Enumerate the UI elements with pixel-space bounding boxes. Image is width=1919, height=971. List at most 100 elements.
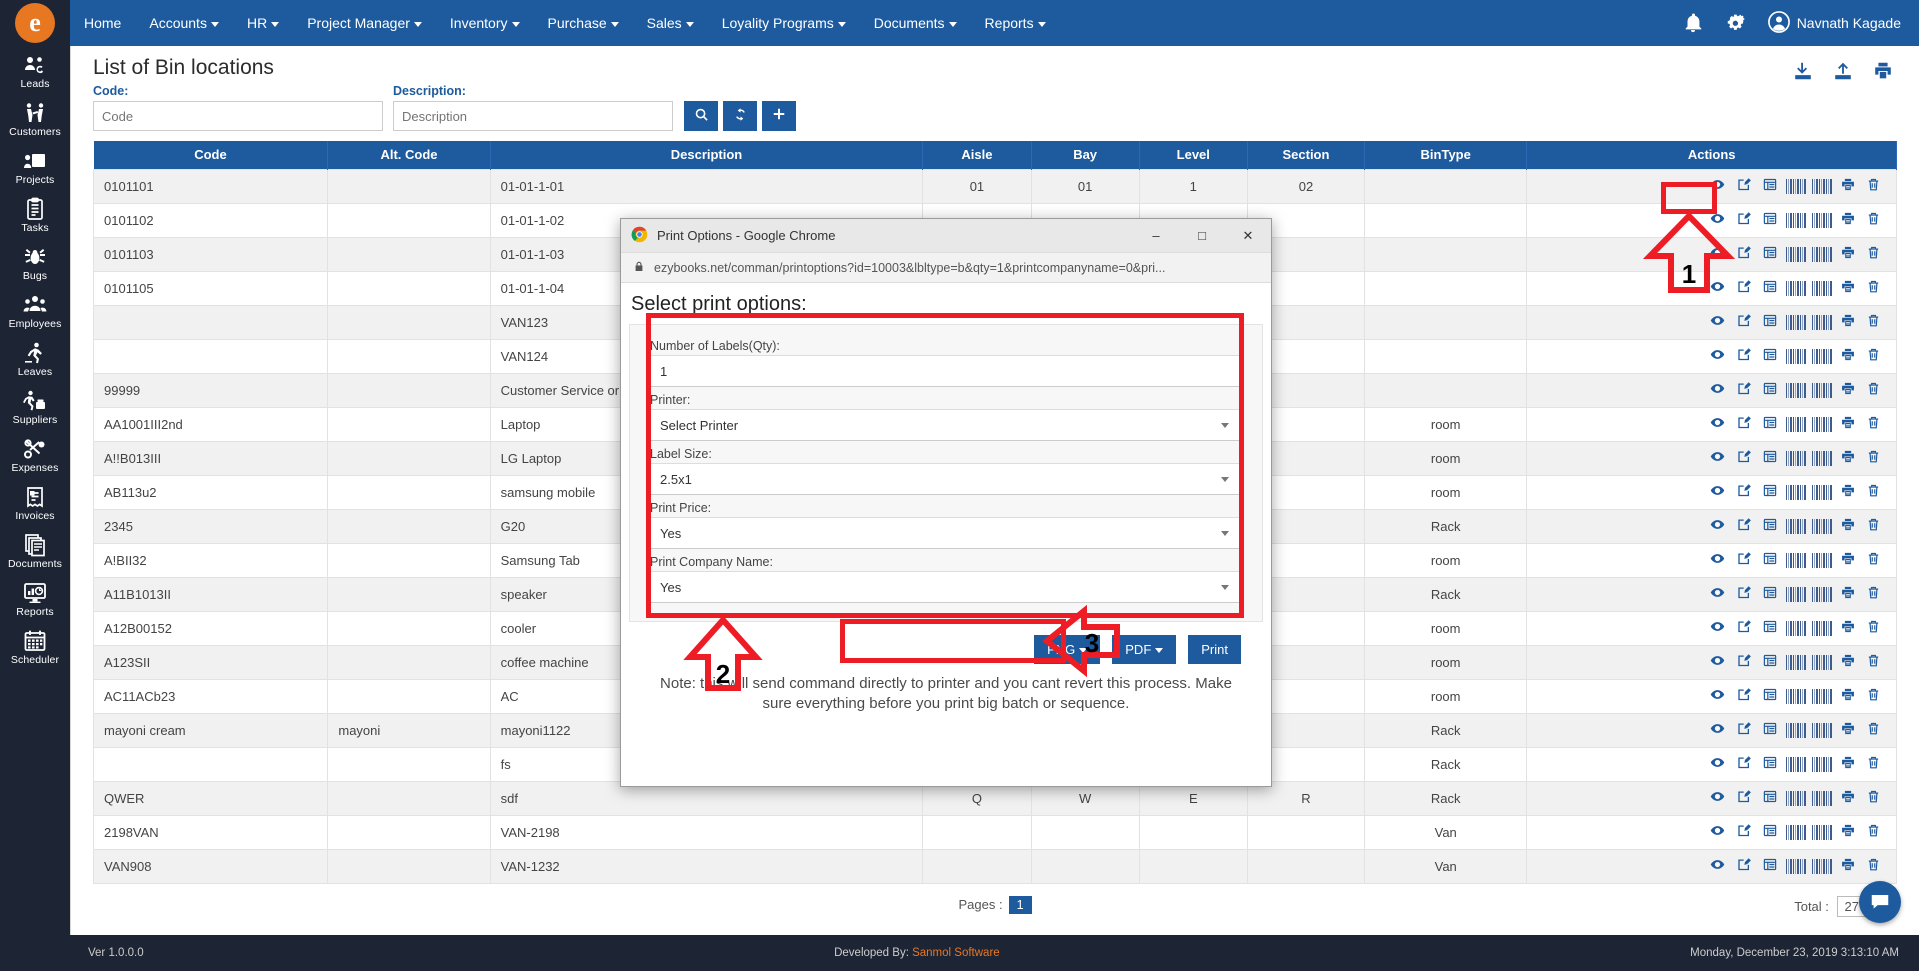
sidebar-item-invoices[interactable]: Invoices [0,478,70,526]
barcode-icon[interactable] [1786,824,1806,840]
sidebar-item-reports[interactable]: Reports [0,574,70,622]
field-control[interactable]: 2.5x1 [650,463,1242,495]
barcode-alt-icon[interactable] [1812,790,1832,806]
nav-item-hr[interactable]: HR [233,0,293,46]
column-header-bintype[interactable]: BinType [1364,141,1528,169]
chat-support-button[interactable] [1859,881,1901,923]
barcode-icon[interactable] [1786,348,1806,364]
delete-icon[interactable] [1866,381,1881,399]
column-header-section[interactable]: Section [1247,141,1366,169]
column-header-level[interactable]: Level [1139,141,1248,169]
delete-icon[interactable] [1866,619,1881,637]
page-number-1[interactable]: 1 [1008,895,1032,914]
edit-icon[interactable] [1736,721,1752,739]
field-control[interactable]: Yes [650,517,1242,549]
barcode-icon[interactable] [1786,552,1806,568]
delete-icon[interactable] [1866,177,1881,195]
barcode-icon[interactable] [1786,518,1806,534]
delete-icon[interactable] [1866,245,1881,263]
details-list-icon[interactable] [1762,381,1778,399]
sidebar-item-scheduler[interactable]: Scheduler [0,622,70,670]
barcode-alt-icon[interactable] [1812,620,1832,636]
edit-icon[interactable] [1736,483,1752,501]
barcode-icon[interactable] [1786,620,1806,636]
nav-item-purchase[interactable]: Purchase [534,0,633,46]
minimize-button[interactable]: – [1133,219,1179,253]
barcode-icon[interactable] [1786,212,1806,228]
barcode-icon[interactable] [1786,314,1806,330]
view-icon[interactable] [1709,789,1726,807]
description-input[interactable] [393,101,673,131]
print-icon[interactable] [1840,789,1856,807]
print-icon[interactable] [1840,313,1856,331]
edit-icon[interactable] [1736,585,1752,603]
delete-icon[interactable] [1866,857,1881,875]
search-button[interactable] [684,101,718,131]
barcode-alt-icon[interactable] [1812,586,1832,602]
delete-icon[interactable] [1866,449,1881,467]
nav-item-sales[interactable]: Sales [633,0,708,46]
nav-item-loyality-programs[interactable]: Loyality Programs [708,0,860,46]
barcode-alt-icon[interactable] [1812,518,1832,534]
edit-icon[interactable] [1736,755,1752,773]
barcode-icon[interactable] [1786,688,1806,704]
edit-icon[interactable] [1736,551,1752,569]
barcode-icon[interactable] [1786,178,1806,194]
edit-icon[interactable] [1736,449,1752,467]
view-icon[interactable] [1709,687,1726,705]
close-button[interactable]: ✕ [1225,219,1271,253]
edit-icon[interactable] [1736,347,1752,365]
delete-icon[interactable] [1866,415,1881,433]
barcode-icon[interactable] [1786,280,1806,296]
view-icon[interactable] [1709,415,1726,433]
barcode-alt-icon[interactable] [1812,722,1832,738]
sidebar-item-tasks[interactable]: Tasks [0,190,70,238]
developer-link[interactable]: Sanmol Software [912,947,1000,959]
nav-item-reports[interactable]: Reports [971,0,1060,46]
barcode-icon[interactable] [1786,790,1806,806]
barcode-icon[interactable] [1786,586,1806,602]
details-list-icon[interactable] [1762,823,1778,841]
barcode-icon[interactable] [1786,416,1806,432]
view-icon[interactable] [1709,619,1726,637]
print-icon[interactable] [1840,585,1856,603]
details-list-icon[interactable] [1762,245,1778,263]
print-icon[interactable] [1840,347,1856,365]
details-list-icon[interactable] [1762,551,1778,569]
sidebar-item-suppliers[interactable]: Suppliers [0,382,70,430]
delete-icon[interactable] [1866,755,1881,773]
details-list-icon[interactable] [1762,347,1778,365]
barcode-alt-icon[interactable] [1812,178,1832,194]
delete-icon[interactable] [1866,313,1881,331]
upload-icon[interactable] [1831,60,1855,85]
barcode-alt-icon[interactable] [1812,654,1832,670]
edit-icon[interactable] [1736,415,1752,433]
print-button[interactable]: Print [1188,635,1241,664]
view-icon[interactable] [1709,381,1726,399]
delete-icon[interactable] [1866,585,1881,603]
pdf-button[interactable]: PDF [1112,635,1177,664]
delete-icon[interactable] [1866,517,1881,535]
delete-icon[interactable] [1866,653,1881,671]
refresh-button[interactable] [723,101,757,131]
download-icon[interactable] [1791,60,1815,85]
barcode-alt-icon[interactable] [1812,212,1832,228]
user-menu[interactable]: Navnath Kagade [1767,10,1901,36]
table-row[interactable]: 0101101 01-01-1-01 01 01 1 02 [92,168,1897,204]
print-icon[interactable] [1840,619,1856,637]
details-list-icon[interactable] [1762,313,1778,331]
edit-icon[interactable] [1736,619,1752,637]
print-icon[interactable] [1840,245,1856,263]
barcode-alt-icon[interactable] [1812,858,1832,874]
edit-icon[interactable] [1736,211,1752,229]
barcode-alt-icon[interactable] [1812,824,1832,840]
barcode-alt-icon[interactable] [1812,382,1832,398]
details-list-icon[interactable] [1762,585,1778,603]
print-icon[interactable] [1840,517,1856,535]
details-list-icon[interactable] [1762,857,1778,875]
details-list-icon[interactable] [1762,177,1778,195]
view-icon[interactable] [1709,857,1726,875]
print-icon[interactable] [1840,721,1856,739]
barcode-icon[interactable] [1786,382,1806,398]
field-control[interactable]: Select Printer [650,409,1242,441]
